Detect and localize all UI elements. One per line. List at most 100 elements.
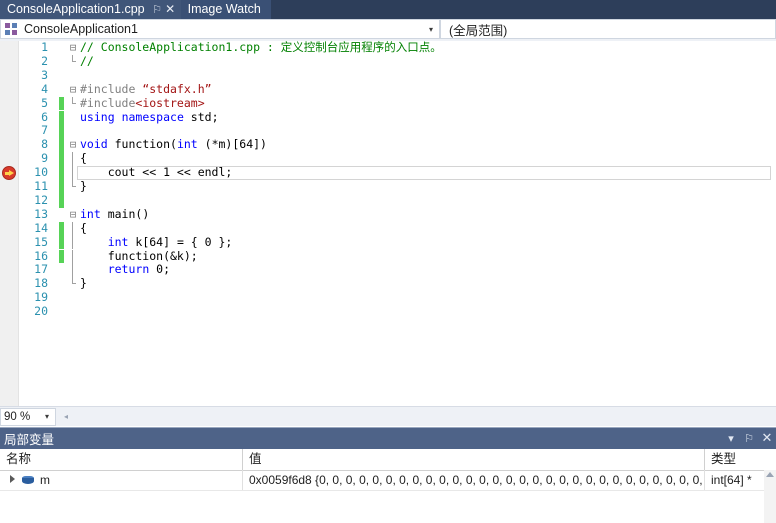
change-bar [59,166,64,180]
code-line[interactable]: 15 int k[64] = { 0 }; [0,234,776,250]
visual-studio-window: ConsoleApplication1.cpp ⚐ ✕ Image Watch … [0,0,776,523]
line-number: 17 [34,262,48,277]
locals-panel: 局部变量 ▾ ⚐ ✕ 名称 值 类型 m 0x0059f6d8 {0, 0, 0… [0,427,776,523]
locals-name-cell[interactable]: m [0,470,243,490]
zoom-level-dropdown[interactable]: 90 % ▾ [0,407,56,426]
code-text: // [80,53,94,68]
change-bar [59,221,64,236]
code-text: return 0; [107,262,171,277]
code-text: void function(int (*m)[64]) [80,137,267,152]
code-line[interactable]: 11} [0,179,776,194]
code-text: #include “stdafx.h” [80,81,212,96]
collapse-outline-icon[interactable]: ⊟ [68,83,78,97]
change-bar [59,110,64,125]
outline-guide-line [72,277,76,285]
pin-icon[interactable]: ⚐ [740,432,758,445]
code-text: } [80,179,87,193]
code-line[interactable]: 16 function(&k); [0,248,776,264]
outline-guide-line [72,152,73,167]
change-bar [59,235,64,250]
close-icon[interactable]: ✕ [165,0,176,19]
code-line[interactable]: 8 ⊟ void function(int (*m)[64]) [0,137,776,153]
scroll-up-arrow-icon[interactable] [766,472,774,477]
code-lines-container[interactable]: 1 ⊟// ConsoleApplication1.cpp : 定义控制台应用程序… [0,41,776,406]
locals-grid-header: 名称 值 类型 [0,449,776,471]
member-scope-dropdown[interactable]: (全局范围) [440,19,776,39]
change-bar [59,180,64,194]
scrollbar-track[interactable] [73,409,776,424]
line-number: 4 [41,81,48,96]
code-line[interactable]: 18} [0,276,776,291]
locals-vertical-scrollbar[interactable] [764,470,776,523]
tab-label: Image Watch [187,2,261,16]
code-line[interactable]: 6 using namespace std; [0,109,776,125]
code-line[interactable]: 1 ⊟// ConsoleApplication1.cpp : 定义控制台应用程序… [0,41,776,55]
line-number: 10 [34,165,48,180]
variable-name: m [40,473,50,487]
code-line[interactable]: 3 [0,68,776,83]
code-text: int k[64] = { 0 }; [107,234,233,249]
code-line[interactable]: 17 return 0; [0,262,776,278]
collapse-outline-icon[interactable]: ⊟ [68,138,78,152]
line-number: 20 [34,304,48,319]
code-line[interactable]: 5 #include<iostream> [0,95,776,111]
line-number: 1 [41,41,48,54]
code-line[interactable]: 19 [0,290,776,305]
chevron-down-icon[interactable]: ▾ [39,412,55,421]
line-number: 12 [34,192,48,207]
code-text: // ConsoleApplication1.cpp : 定义控制台应用程序的入… [80,41,442,54]
tab-image-watch[interactable]: Image Watch [180,0,271,19]
outline-guide-line [72,166,73,180]
table-row[interactable]: m 0x0059f6d8 {0, 0, 0, 0, 0, 0, 0, 0, 0,… [0,470,776,491]
line-number: 8 [41,137,48,152]
code-text: function(&k); [80,248,198,263]
line-number: 11 [34,179,48,193]
change-bar [59,152,64,167]
close-icon[interactable]: ✕ [758,431,776,446]
chevron-down-icon[interactable]: ▾ [722,432,740,445]
pin-icon[interactable]: ⚐ [152,0,163,19]
outline-guide-line [72,96,76,104]
code-text: { [80,151,87,166]
code-line[interactable]: 12 [0,192,776,208]
column-header-type[interactable]: 类型 [705,449,764,470]
code-line[interactable]: 4 ⊟ #include “stdafx.h” [0,81,776,97]
expand-triangle-icon[interactable] [10,475,15,483]
code-line[interactable]: 13 ⊟ int main() [0,206,776,222]
code-editor[interactable]: 1 ⊟// ConsoleApplication1.cpp : 定义控制台应用程序… [0,41,776,406]
change-bar [59,138,64,153]
line-number: 13 [34,206,48,221]
tab-label: ConsoleApplication1.cpp [7,2,145,16]
code-line[interactable]: 7 [0,123,776,139]
line-number: 2 [41,53,48,68]
project-scope-dropdown[interactable]: ConsoleApplication1 ▾ [0,19,440,39]
line-number: 14 [34,220,48,235]
line-number: 19 [34,290,48,305]
column-header-name[interactable]: 名称 [0,449,243,470]
code-line[interactable]: 9{ [0,151,776,167]
line-number: 6 [41,109,48,124]
horizontal-scrollbar[interactable]: ◂ [59,409,776,424]
change-bar [59,249,64,264]
outline-guide-line [72,249,73,264]
outline-guide-line [72,180,76,187]
scroll-left-arrow-icon[interactable]: ◂ [59,412,73,421]
collapse-outline-icon[interactable]: ⊟ [68,208,78,222]
locals-type-cell: int[64] * [711,473,752,487]
outline-guide-line [72,263,73,278]
member-scope-label: (全局范围) [449,23,508,38]
code-text: #include<iostream> [80,95,205,110]
code-line[interactable]: 2 // [0,53,776,69]
code-line[interactable]: 20 [0,304,776,319]
locals-panel-title: 局部变量 [4,433,55,447]
line-number: 9 [41,151,48,166]
tab-consoleapplication1-cpp[interactable]: ConsoleApplication1.cpp ⚐ ✕ [0,0,181,19]
column-header-value[interactable]: 值 [243,449,705,470]
locals-value-cell[interactable]: 0x0059f6d8 {0, 0, 0, 0, 0, 0, 0, 0, 0, 0… [243,470,705,490]
collapse-outline-icon[interactable]: ⊟ [68,41,78,55]
code-line[interactable]: 10 cout << 1 << endl; [0,165,776,181]
chevron-down-icon[interactable]: ▾ [423,25,439,34]
execution-pointer-icon[interactable] [2,166,16,181]
line-number: 18 [34,276,48,291]
code-line[interactable]: 14 { [0,220,776,236]
